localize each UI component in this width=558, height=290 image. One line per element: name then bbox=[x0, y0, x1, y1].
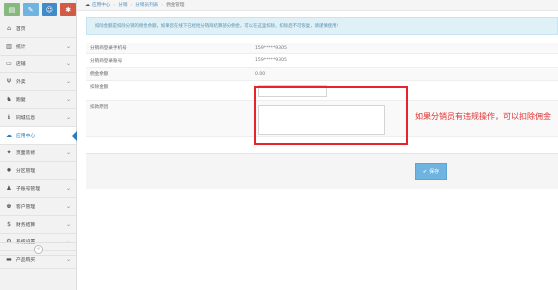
sidebar-item-customers[interactable]: ♚ 客户管理 ⌄ bbox=[0, 198, 76, 216]
breadcrumb-link[interactable]: 分销 bbox=[118, 2, 127, 8]
chevron-down-icon: ⌄ bbox=[65, 42, 71, 50]
users-icon[interactable]: ☺ bbox=[41, 3, 58, 16]
sidebar-item-page-decor[interactable]: ✦ 页面装修 ⌄ bbox=[0, 145, 76, 163]
sidebar-item-statistics[interactable]: ▥ 统计 ⌄ bbox=[0, 38, 76, 56]
bar-chart-icon: ▥ bbox=[6, 42, 12, 50]
form-footer: ✔ 保存 bbox=[86, 153, 558, 189]
deduct-amount-label: 扣除金额 bbox=[90, 85, 109, 90]
zone-icon: ✹ bbox=[6, 167, 12, 175]
breadcrumb: ☁ 应用中心 › 分销 › 分销员列表 › 佣金管理 bbox=[77, 0, 558, 11]
account-value: 159*****9305 bbox=[255, 58, 287, 63]
utensils-icon: Ψ bbox=[6, 78, 12, 86]
account-label: 分销商登录账号 bbox=[90, 58, 123, 64]
form-row-balance: 佣金余额 0.00 bbox=[86, 68, 558, 81]
chevron-down-icon: ⌄ bbox=[65, 78, 71, 86]
chevron-down-icon: ⌄ bbox=[65, 185, 71, 193]
sidebar-item-local-info[interactable]: ℹ 同城信息 ⌄ bbox=[0, 109, 76, 127]
sidebar-item-label: 店铺 bbox=[16, 62, 26, 68]
cloud-icon: ☁ bbox=[85, 2, 90, 8]
sidebar-item-label: 分区管理 bbox=[16, 169, 36, 175]
user-icon: ♟ bbox=[6, 185, 12, 193]
bike-icon: ♞ bbox=[6, 96, 12, 104]
desktop-icon: ▭ bbox=[6, 60, 12, 68]
notice-text: 扣除金额是扣除分销的佣金余额，如果您在线下已经给分销商结算部分佣金，可以在这里扣… bbox=[95, 24, 339, 29]
sidebar-item-app-center[interactable]: ☁ 应用中心 bbox=[0, 126, 77, 145]
sidebar-item-home[interactable]: ⌂ 首页 bbox=[0, 20, 76, 38]
customers-icon: ♚ bbox=[6, 202, 12, 210]
sidebar-item-label: 首页 bbox=[16, 26, 26, 32]
form-row-account: 分销商登录账号 159*****9305 bbox=[86, 54, 558, 68]
sidebar-item-shop[interactable]: ▭ 店铺 ⌄ bbox=[0, 56, 76, 74]
breadcrumb-separator: › bbox=[130, 2, 133, 8]
save-button[interactable]: ✔ 保存 bbox=[415, 163, 447, 180]
sidebar-item-label: 外卖 bbox=[16, 80, 26, 86]
sidebar-menu: ⌂ 首页 ▥ 统计 ⌄ ▭ 店铺 ⌄ Ψ 外卖 ⌄ ♞ 跑腿 ⌄ ℹ 同城信息 ⌄ ☁ 应用中心 ✦ 页面… bbox=[0, 20, 77, 270]
chart-icon[interactable]: ▤ bbox=[4, 3, 20, 16]
sidebar-item-subaccount[interactable]: ♟ 子账号管理 ⌄ bbox=[0, 180, 76, 198]
collapse-icon[interactable]: « bbox=[34, 244, 43, 254]
info-icon: ℹ bbox=[7, 113, 11, 121]
sidebar-item-label: 客户管理 bbox=[16, 204, 36, 210]
sidebar-item-label: 同城信息 bbox=[16, 115, 36, 121]
form-row-phone: 分销商登录手机号 159*****9305 bbox=[86, 43, 558, 54]
sidebar-item-label: 跑腿 bbox=[16, 98, 26, 104]
phone-value: 159*****9305 bbox=[255, 45, 287, 51]
balance-value: 0.00 bbox=[255, 71, 266, 77]
sidebar-item-label: 产品购买 bbox=[16, 258, 36, 264]
chevron-down-icon: ⌄ bbox=[65, 220, 71, 228]
phone-label: 分销商登录手机号 bbox=[90, 46, 127, 51]
shortcut-bar: ▤ ✎ ☺ ✱ bbox=[0, 0, 76, 20]
chevron-down-icon: ⌄ bbox=[65, 256, 71, 264]
breadcrumb-link[interactable]: 应用中心 bbox=[92, 2, 110, 8]
annotation-text: 如果分销员有违规操作，可以扣除佣金 bbox=[415, 112, 551, 121]
chevron-down-icon: ⌄ bbox=[65, 113, 71, 121]
briefcase-icon: ▬ bbox=[6, 256, 12, 264]
pencil-icon[interactable]: ✎ bbox=[22, 3, 39, 16]
sidebar-item-label: 子账号管理 bbox=[16, 187, 40, 193]
sidebar-item-zone[interactable]: ✹ 分区管理 bbox=[0, 162, 76, 181]
breadcrumb-current: 佣金管理 bbox=[166, 3, 185, 8]
chevron-down-icon: ⌄ bbox=[65, 96, 71, 104]
breadcrumb-separator: › bbox=[161, 2, 164, 8]
chevron-down-icon: ⌄ bbox=[65, 149, 71, 157]
chevron-down-icon: ⌄ bbox=[65, 202, 71, 210]
sidebar-item-finance[interactable]: $ 财务结算 ⌄ bbox=[0, 216, 76, 234]
sidebar-item-label: 页面装修 bbox=[16, 151, 36, 157]
sidebar: ▤ ✎ ☺ ✱ ⌂ 首页 ▥ 统计 ⌄ ▭ 店铺 ⌄ Ψ 外卖 ⌄ ♞ 跑腿 ⌄ ℹ 同城信息 ⌄ ☁… bbox=[0, 0, 77, 290]
sidebar-item-errand[interactable]: ♞ 跑腿 ⌄ bbox=[0, 91, 76, 109]
deduct-reason-label: 扣款原因 bbox=[90, 105, 109, 110]
sidebar-item-takeout[interactable]: Ψ 外卖 ⌄ bbox=[0, 73, 76, 92]
balance-label: 佣金余额 bbox=[90, 72, 109, 77]
dollar-icon: $ bbox=[7, 220, 11, 228]
cloud-icon: ☁ bbox=[6, 131, 12, 139]
breadcrumb-separator: › bbox=[113, 2, 116, 8]
highlight-box bbox=[254, 86, 408, 145]
sidebar-item-label: 财务结算 bbox=[16, 222, 36, 228]
sidebar-item-label: 统计 bbox=[16, 44, 26, 50]
sidebar-collapse: « bbox=[0, 242, 77, 256]
check-icon: ✔ bbox=[422, 168, 428, 175]
save-button-label: 保存 bbox=[429, 169, 440, 175]
paint-icon: ✦ bbox=[6, 149, 12, 157]
chevron-down-icon: ⌄ bbox=[65, 60, 71, 68]
home-icon: ⌂ bbox=[7, 24, 11, 32]
breadcrumb-link[interactable]: 分销员列表 bbox=[135, 2, 158, 8]
sidebar-item-label: 应用中心 bbox=[16, 133, 36, 139]
notice-banner: 扣除金额是扣除分销的佣金余额，如果您在线下已经给分销商结算部分佣金，可以在这里扣… bbox=[86, 17, 558, 35]
cogs-icon[interactable]: ✱ bbox=[60, 3, 76, 16]
